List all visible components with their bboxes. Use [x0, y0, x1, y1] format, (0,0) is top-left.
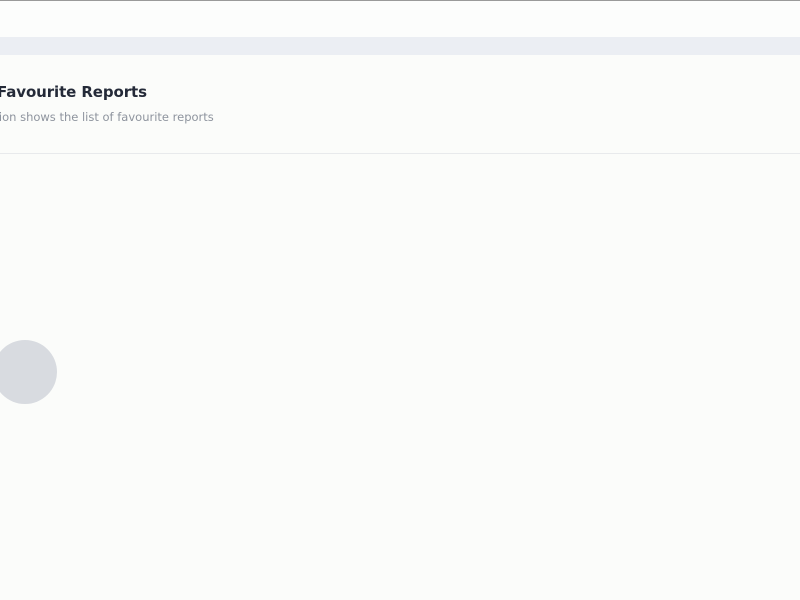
section-title: Favourite Reports: [0, 83, 147, 101]
loading-placeholder-circle: [0, 340, 57, 404]
section-subtitle: section shows the list of favourite repo…: [0, 110, 214, 124]
top-bar: [0, 1, 800, 37]
section-header: Favourite Reports section shows the list…: [0, 55, 800, 154]
favourite-reports-panel: Favourite Reports section shows the list…: [0, 55, 800, 600]
header-band: [0, 37, 800, 55]
